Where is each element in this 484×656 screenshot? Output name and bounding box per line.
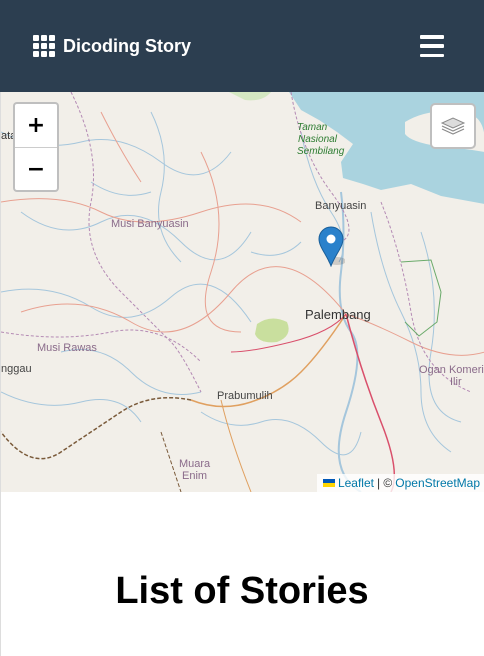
map-label-ogan-1: Ogan Komerin <box>419 364 484 376</box>
zoom-control: + − <box>13 102 59 192</box>
map-attribution: Leaflet | © OpenStreetMap <box>316 474 484 492</box>
story-map[interactable]: Taman Nasional Sembilang Banyuasin Musi … <box>0 92 484 492</box>
page-title: List of Stories <box>115 570 369 612</box>
map-label-muara-1: Muara <box>179 458 211 470</box>
map-label-palembang: Palembang <box>305 307 371 322</box>
grid-icon <box>33 35 55 57</box>
map-label-ogan-2: Ilir <box>450 376 462 388</box>
map-label-muara-2: Enim <box>182 470 208 482</box>
layers-button[interactable] <box>430 103 476 149</box>
openstreetmap-link[interactable]: OpenStreetMap <box>395 476 480 490</box>
map-label-park-3: Sembilang <box>297 146 345 157</box>
navbar: Dicoding Story <box>0 0 484 92</box>
leaflet-link[interactable]: Leaflet <box>338 476 374 490</box>
map-label-park-1: Taman <box>297 122 328 133</box>
map-label-musi-banyuasin: Musi Banyuasin <box>111 218 189 230</box>
map-label-banyuasin: Banyuasin <box>315 200 367 212</box>
map-marker-icon[interactable] <box>317 225 346 268</box>
map-label-park-2: Nasional <box>298 134 337 145</box>
attribution-separator: | © <box>376 476 393 490</box>
brand-title: Dicoding Story <box>63 35 192 56</box>
zoom-out-button[interactable]: − <box>15 147 57 190</box>
ukraine-flag-icon <box>322 479 335 487</box>
map-label-lubuklinggau: nggau <box>1 363 32 375</box>
map-label-prabumulih: Prabumulih <box>217 390 273 402</box>
layers-icon <box>440 117 466 135</box>
zoom-in-button[interactable]: + <box>15 104 57 147</box>
hamburger-icon[interactable] <box>420 35 444 57</box>
map-tiles <box>1 92 484 492</box>
map-label-musi-rawas: Musi Rawas <box>37 342 97 354</box>
brand-link[interactable]: Dicoding Story <box>33 35 191 57</box>
